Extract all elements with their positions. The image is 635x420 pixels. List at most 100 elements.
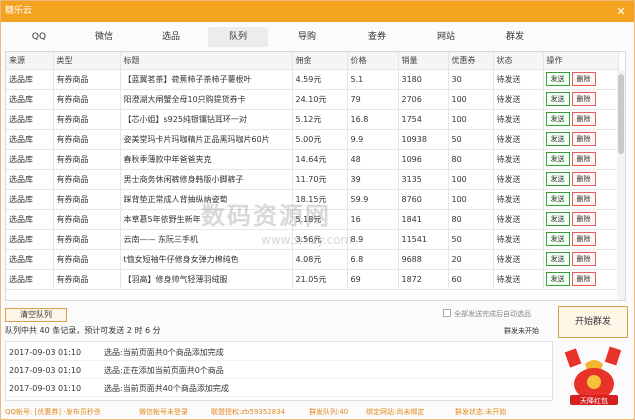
money-bag-icon: 天降红包 bbox=[564, 346, 622, 405]
column-header[interactable]: 价格 bbox=[347, 52, 399, 70]
action-cell: 发送 删除 bbox=[543, 129, 619, 150]
send-button[interactable]: 发送 bbox=[545, 212, 570, 226]
tab-wechat[interactable]: 微信 bbox=[74, 27, 134, 47]
send-button[interactable]: 发送 bbox=[545, 192, 570, 206]
table-cell: 有券商品 bbox=[53, 169, 121, 190]
auto-select-option[interactable]: 全部发送完成后自动选品 bbox=[443, 309, 531, 319]
delete-button[interactable]: 删除 bbox=[571, 92, 596, 106]
column-header[interactable]: 优惠券 bbox=[448, 52, 494, 70]
table-row[interactable]: 选品库 有券商品 【羽高】修身帅气轻薄羽绒服 21.05元 69 1872 60 待发送 发送删… bbox=[6, 269, 619, 290]
delete-button[interactable]: 删除 bbox=[571, 272, 596, 286]
delete-button[interactable]: 删除 bbox=[571, 252, 596, 266]
tab-select[interactable]: 选品 bbox=[141, 27, 201, 47]
window-title: 糖乐云 bbox=[5, 6, 33, 16]
log-message: 选品:当前页面共40个商品添加完成 bbox=[104, 384, 229, 393]
send-button[interactable]: 发送 bbox=[545, 152, 570, 166]
send-button[interactable]: 发送 bbox=[545, 252, 570, 266]
send-button[interactable]: 发送 bbox=[545, 112, 570, 126]
table-row[interactable]: 选品库 有券商品 阳澄湖大闸蟹全母10只购提货券卡 24.10元 79 2706 100 待发… bbox=[6, 89, 619, 110]
scrollbar-thumb[interactable] bbox=[618, 74, 624, 154]
tab-website[interactable]: 网站 bbox=[416, 27, 476, 47]
table-cell: 待发送 bbox=[493, 89, 544, 110]
send-button[interactable]: 发送 bbox=[545, 92, 570, 106]
table-scrollbar[interactable] bbox=[617, 70, 625, 300]
table-cell: 5.00元 bbox=[292, 129, 348, 150]
send-button[interactable]: 发送 bbox=[545, 272, 570, 286]
table-cell: 100 bbox=[448, 189, 494, 210]
action-cell: 发送 删除 bbox=[543, 229, 619, 250]
start-broadcast-button[interactable]: 开始群发 bbox=[558, 306, 628, 338]
table-cell: 选品库 bbox=[6, 229, 54, 250]
table-cell: 30 bbox=[448, 69, 494, 90]
delete-button[interactable]: 删除 bbox=[571, 152, 596, 166]
table-cell: 1754 bbox=[398, 109, 449, 130]
table-row[interactable]: 选品库 有券商品 姿美堂玛卡片玛咖精片正品黑玛咖片60片 5.00元 9.9 10938 5… bbox=[6, 129, 619, 150]
table-cell: 选品库 bbox=[6, 129, 54, 150]
table-cell: 有券商品 bbox=[53, 269, 121, 290]
table-cell: 100 bbox=[448, 109, 494, 130]
table-cell: 79 bbox=[347, 89, 399, 110]
delete-button[interactable]: 删除 bbox=[571, 132, 596, 146]
send-button[interactable]: 发送 bbox=[545, 72, 570, 86]
table-cell: 100 bbox=[448, 89, 494, 110]
table-row[interactable]: 选品库 有券商品 【芯小姐】s925纯银镶钻耳环一对 5.12元 16.8 1754 100… bbox=[6, 109, 619, 130]
table-cell: 80 bbox=[448, 209, 494, 230]
delete-button[interactable]: 删除 bbox=[571, 192, 596, 206]
table-cell: 50 bbox=[448, 229, 494, 250]
delete-button[interactable]: 删除 bbox=[571, 232, 596, 246]
table-cell: 有券商品 bbox=[53, 189, 121, 210]
title-bar: 糖乐云 ✕ bbox=[1, 1, 634, 22]
status-qq-account: QQ帐号: [优惠券] -发布员秒杀 bbox=[5, 408, 101, 416]
action-cell: 发送 删除 bbox=[543, 89, 619, 110]
table-cell: 选品库 bbox=[6, 69, 54, 90]
table-cell: 选品库 bbox=[6, 169, 54, 190]
app-window: 糖乐云 ✕ QQ 微信 选品 队列 导购 查券 网站 群发 来源 类型 标题 佣金 价格… bbox=[0, 0, 635, 420]
tab-broadcast[interactable]: 群发 bbox=[485, 27, 545, 47]
column-header[interactable]: 操作 bbox=[543, 52, 619, 70]
table-cell: 有券商品 bbox=[53, 109, 121, 130]
table-row[interactable]: 选品库 有券商品 男士商务休闲裤修身韩版小脚裤子 11.70元 39 3135 100 待发送… bbox=[6, 169, 619, 190]
table-row[interactable]: 选品库 有券商品 t恤女短袖牛仔修身女弹力棉纯色 4.08元 6.8 9688 20 待发送发… bbox=[6, 249, 619, 270]
send-button[interactable]: 发送 bbox=[545, 232, 570, 246]
send-button[interactable]: 发送 bbox=[545, 172, 570, 186]
clear-queue-button[interactable]: 清空队列 bbox=[5, 308, 67, 322]
delete-button[interactable]: 删除 bbox=[571, 172, 596, 186]
close-icon[interactable]: ✕ bbox=[614, 1, 628, 22]
table-cell: 20 bbox=[448, 249, 494, 270]
delete-button[interactable]: 删除 bbox=[571, 72, 596, 86]
watermark-url: www.smzy.com bbox=[261, 233, 353, 247]
log-row: 2017-09-03 01:10 选品:正在添加当前页面共0个商品 bbox=[6, 362, 552, 379]
column-header[interactable]: 来源 bbox=[6, 52, 54, 70]
send-button[interactable]: 发送 bbox=[545, 132, 570, 146]
column-header[interactable]: 销量 bbox=[398, 52, 449, 70]
delete-button[interactable]: 删除 bbox=[571, 112, 596, 126]
table-cell: 有券商品 bbox=[53, 69, 121, 90]
tab-queue[interactable]: 队列 bbox=[208, 27, 268, 47]
column-header[interactable]: 佣金 bbox=[292, 52, 348, 70]
table-row[interactable]: 选品库 有券商品 【蓝翼茗茶】荷蕉柿子茶柿子薯根叶 4.59元 5.1 3180 30 待发送… bbox=[6, 69, 619, 90]
column-header[interactable]: 标题 bbox=[120, 52, 293, 70]
table-cell: 春秋季薄款中年爸爸夹克 bbox=[120, 149, 293, 170]
tab-coupon[interactable]: 查券 bbox=[347, 27, 407, 47]
table-cell: 阳澄湖大闸蟹全母10只购提货券卡 bbox=[120, 89, 293, 110]
table-cell: 24.10元 bbox=[292, 89, 348, 110]
table-cell: 待发送 bbox=[493, 249, 544, 270]
tab-qq[interactable]: QQ bbox=[9, 27, 69, 47]
tab-guide[interactable]: 导购 bbox=[277, 27, 337, 47]
status-queue-count: 群发队列:40 bbox=[309, 408, 349, 416]
table-cell: 3180 bbox=[398, 69, 449, 90]
broadcast-status: 群发未开始 bbox=[504, 327, 539, 335]
table-cell: 待发送 bbox=[493, 189, 544, 210]
table-row[interactable]: 选品库 有券商品 春秋季薄款中年爸爸夹克 14.64元 48 1096 80 待发送 发送 删除 bbox=[6, 149, 619, 170]
column-header[interactable]: 类型 bbox=[53, 52, 121, 70]
action-cell: 发送 删除 bbox=[543, 149, 619, 170]
delete-button[interactable]: 删除 bbox=[571, 212, 596, 226]
action-cell: 发送 删除 bbox=[543, 249, 619, 270]
action-cell: 发送 删除 bbox=[543, 269, 619, 290]
table-cell: 有券商品 bbox=[53, 129, 121, 150]
red-envelope-button[interactable]: 天降红包 bbox=[561, 344, 627, 406]
column-header[interactable]: 状态 bbox=[493, 52, 544, 70]
table-cell: 选品库 bbox=[6, 189, 54, 210]
table-cell: 3135 bbox=[398, 169, 449, 190]
auto-select-checkbox[interactable] bbox=[443, 309, 451, 317]
